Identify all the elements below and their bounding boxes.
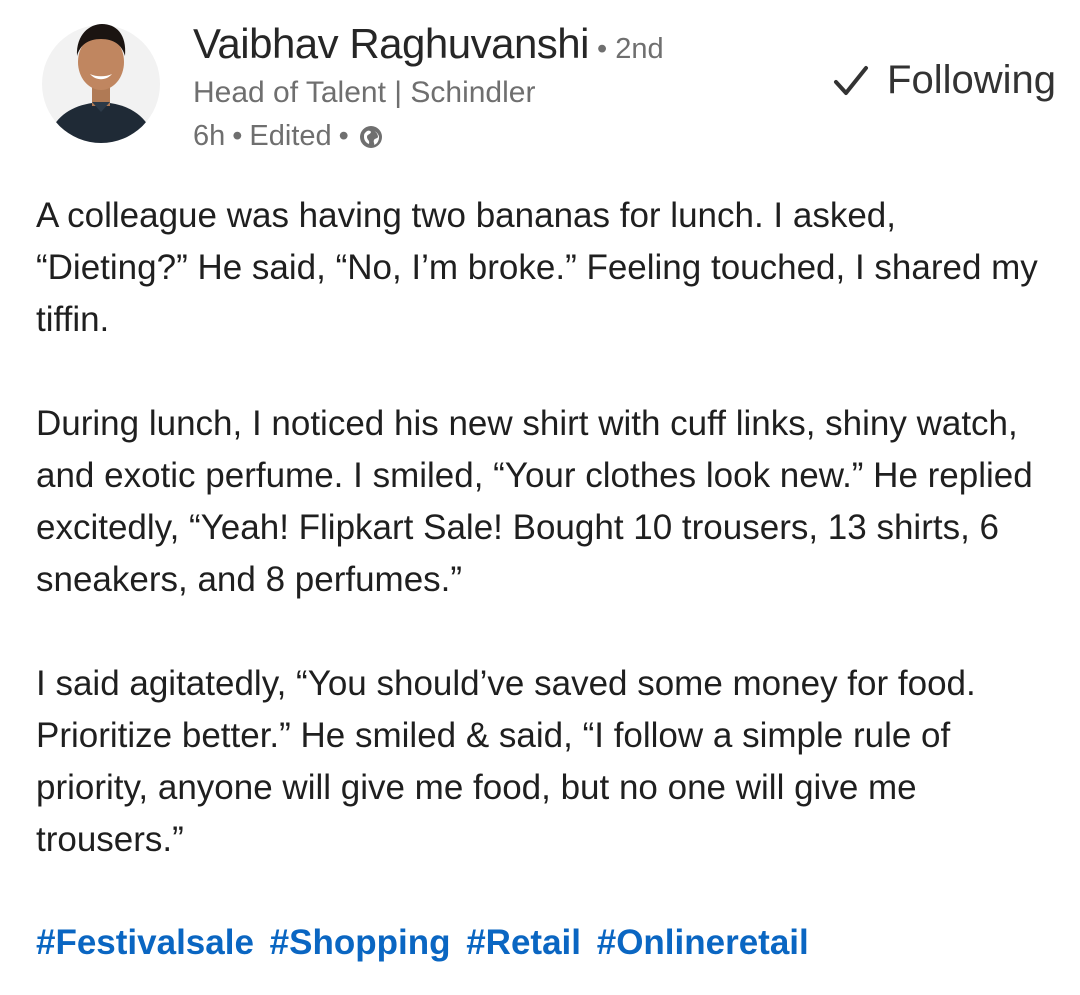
post-paragraph: During lunch, I noticed his new shirt wi…: [36, 404, 1033, 599]
author-info: Vaibhav Raghuvanshi • 2nd Head of Talent…: [193, 20, 664, 153]
hashtag-link[interactable]: #Onlineretail: [597, 923, 809, 962]
hashtag-link[interactable]: #Festivalsale: [36, 923, 254, 962]
post-text: A colleague was having two bananas for l…: [36, 190, 1046, 918]
post-meta: 6h • Edited •: [193, 120, 664, 153]
author-avatar[interactable]: [42, 12, 160, 146]
hashtag-link[interactable]: #Shopping: [270, 923, 451, 962]
globe-icon: [359, 125, 382, 148]
following-label: Following: [887, 58, 1056, 102]
post-paragraph: I said agitatedly, “You should’ve saved …: [36, 664, 976, 859]
meta-separator: •: [232, 120, 243, 152]
connection-degree: • 2nd: [597, 33, 664, 65]
author-name[interactable]: Vaibhav Raghuvanshi: [193, 20, 590, 68]
post-time: 6h: [193, 120, 226, 152]
check-icon: [834, 65, 869, 95]
author-headline: Head of Talent | Schindler: [193, 76, 536, 109]
feed-post: Vaibhav Raghuvanshi • 2nd Head of Talent…: [0, 0, 1080, 995]
meta-separator: •: [338, 120, 349, 152]
hashtag-link[interactable]: #Retail: [466, 923, 581, 962]
edited-label: Edited: [249, 120, 332, 152]
hashtag-list: #Festivalsale #Shopping #Retail #Onliner…: [36, 917, 815, 969]
post-paragraph: A colleague was having two bananas for l…: [36, 196, 1038, 339]
author-name-row: Vaibhav Raghuvanshi • 2nd: [193, 20, 664, 68]
following-button[interactable]: Following: [831, 58, 1056, 103]
